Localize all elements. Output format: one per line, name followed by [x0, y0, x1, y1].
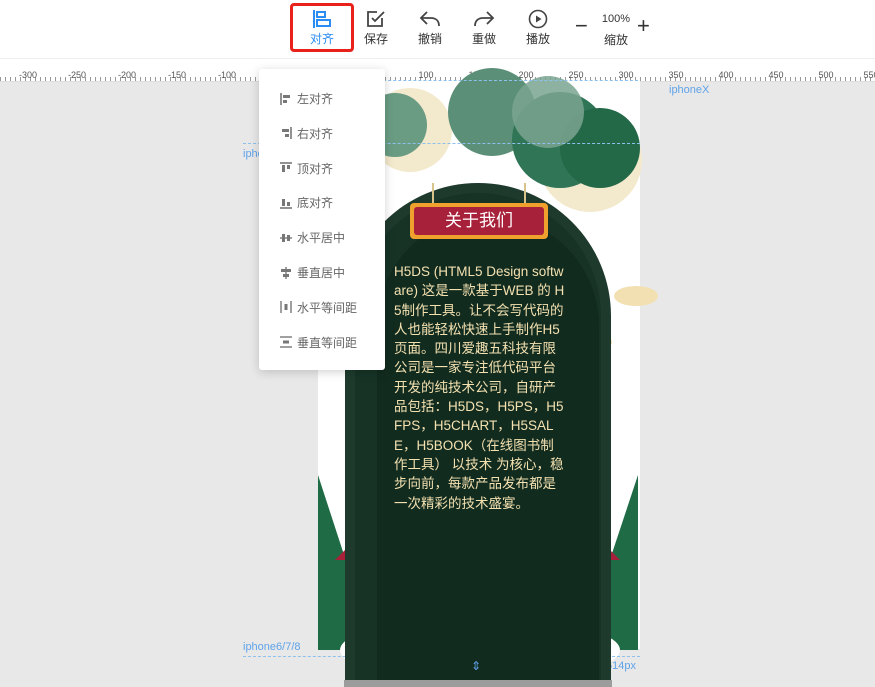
distribute-v-icon: [280, 336, 292, 348]
guide-label-iphonex: iphoneX: [669, 84, 710, 96]
align-menu-item-align-vcenter[interactable]: 垂直居中: [259, 255, 385, 290]
align-menu-item-label: 顶对齐: [297, 161, 334, 176]
intro-text[interactable]: H5DS (HTML5 Design software) 这是一款基于WEB 的…: [394, 262, 566, 513]
align-menu-item-align-left[interactable]: 左对齐: [259, 81, 385, 116]
align-menu-item-align-top[interactable]: 顶对齐: [259, 151, 385, 186]
align-vcenter-icon: [281, 266, 291, 279]
cloud-green: [512, 76, 584, 148]
align-menu-item-align-hcenter[interactable]: 水平居中: [259, 220, 385, 255]
guide-iphonex: [368, 80, 638, 81]
distribute-h-icon: [280, 301, 292, 314]
align-menu-item-label: 水平居中: [297, 231, 346, 246]
align-menu: 左对齐右对齐顶对齐底对齐水平居中垂直居中水平等间距垂直等间距: [259, 69, 385, 370]
align-menu-item-align-right[interactable]: 右对齐: [259, 116, 385, 151]
resize-handle-icon[interactable]: ⇕: [471, 659, 481, 673]
align-menu-item-label: 底对齐: [297, 196, 334, 211]
align-hcenter-icon: [280, 233, 292, 242]
guide-label-iphone678: iphone6/7/8: [243, 641, 301, 653]
sign-board[interactable]: 关于我们: [410, 203, 548, 239]
align-menu-item-distribute-v[interactable]: 垂直等间距: [259, 325, 385, 360]
sign-title: 关于我们: [414, 207, 544, 235]
align-right-icon: [282, 127, 292, 140]
sign-rope: [524, 183, 526, 205]
align-menu-item-align-bottom[interactable]: 底对齐: [259, 185, 385, 220]
align-menu-item-label: 垂直等间距: [297, 335, 358, 350]
align-menu-item-label: 垂直居中: [297, 266, 346, 280]
align-menu-item-label: 右对齐: [297, 126, 334, 141]
align-left-icon: [280, 92, 290, 105]
align-menu-item-label: 水平等间距: [297, 300, 358, 315]
page-bottom-bar: [344, 680, 612, 687]
align-bottom-icon: [280, 198, 292, 209]
sign-rope: [432, 183, 434, 205]
align-top-icon: [280, 162, 292, 173]
align-menu-item-label: 左对齐: [297, 92, 334, 106]
align-menu-item-distribute-h[interactable]: 水平等间距: [259, 290, 385, 325]
cloud-small: [614, 286, 658, 306]
